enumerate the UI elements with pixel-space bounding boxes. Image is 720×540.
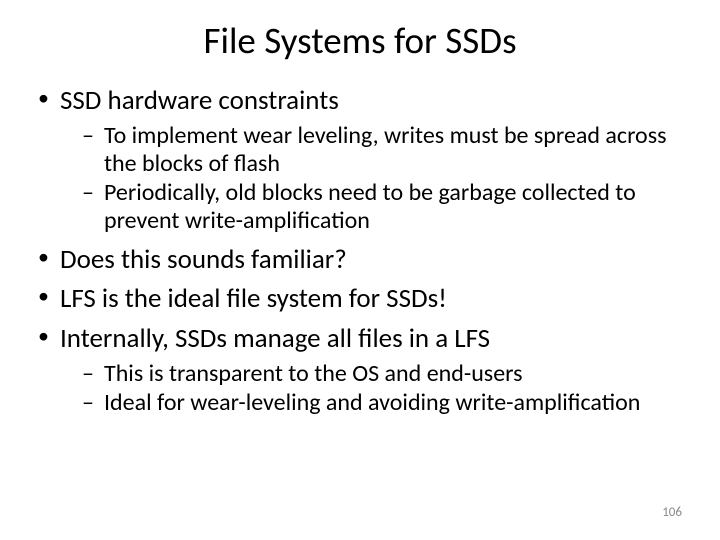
- bullet-item: LFS is the ideal file system for SSDs!: [38, 283, 690, 314]
- bullet-item: Internally, SSDs manage all files in a L…: [38, 323, 690, 417]
- bullet-text: SSD hardware constraints: [60, 84, 339, 117]
- bullet-text: LFS is the ideal file system for SSDs!: [60, 282, 447, 315]
- bullet-list: SSD hardware constraints To implement we…: [30, 85, 690, 417]
- sub-bullet-list: This is transparent to the OS and end-us…: [60, 360, 690, 417]
- bullet-text: Does this sounds familiar?: [60, 243, 347, 276]
- sub-bullet-item: Ideal for wear-leveling and avoiding wri…: [82, 389, 690, 417]
- sub-bullet-item: This is transparent to the OS and end-us…: [82, 360, 690, 388]
- sub-bullet-text: To implement wear leveling, writes must …: [104, 121, 667, 178]
- sub-bullet-list: To implement wear leveling, writes must …: [60, 122, 690, 234]
- bullet-text: Internally, SSDs manage all files in a L…: [60, 322, 490, 355]
- sub-bullet-text: This is transparent to the OS and end-us…: [104, 359, 522, 388]
- bullet-item: Does this sounds familiar?: [38, 244, 690, 275]
- page-number: 106: [662, 505, 682, 520]
- sub-bullet-text: Periodically, old blocks need to be garb…: [104, 178, 636, 235]
- sub-bullet-text: Ideal for wear-leveling and avoiding wri…: [104, 388, 640, 417]
- bullet-item: SSD hardware constraints To implement we…: [38, 85, 690, 234]
- sub-bullet-item: To implement wear leveling, writes must …: [82, 122, 690, 177]
- slide-title: File Systems for SSDs: [30, 18, 690, 63]
- sub-bullet-item: Periodically, old blocks need to be garb…: [82, 179, 690, 234]
